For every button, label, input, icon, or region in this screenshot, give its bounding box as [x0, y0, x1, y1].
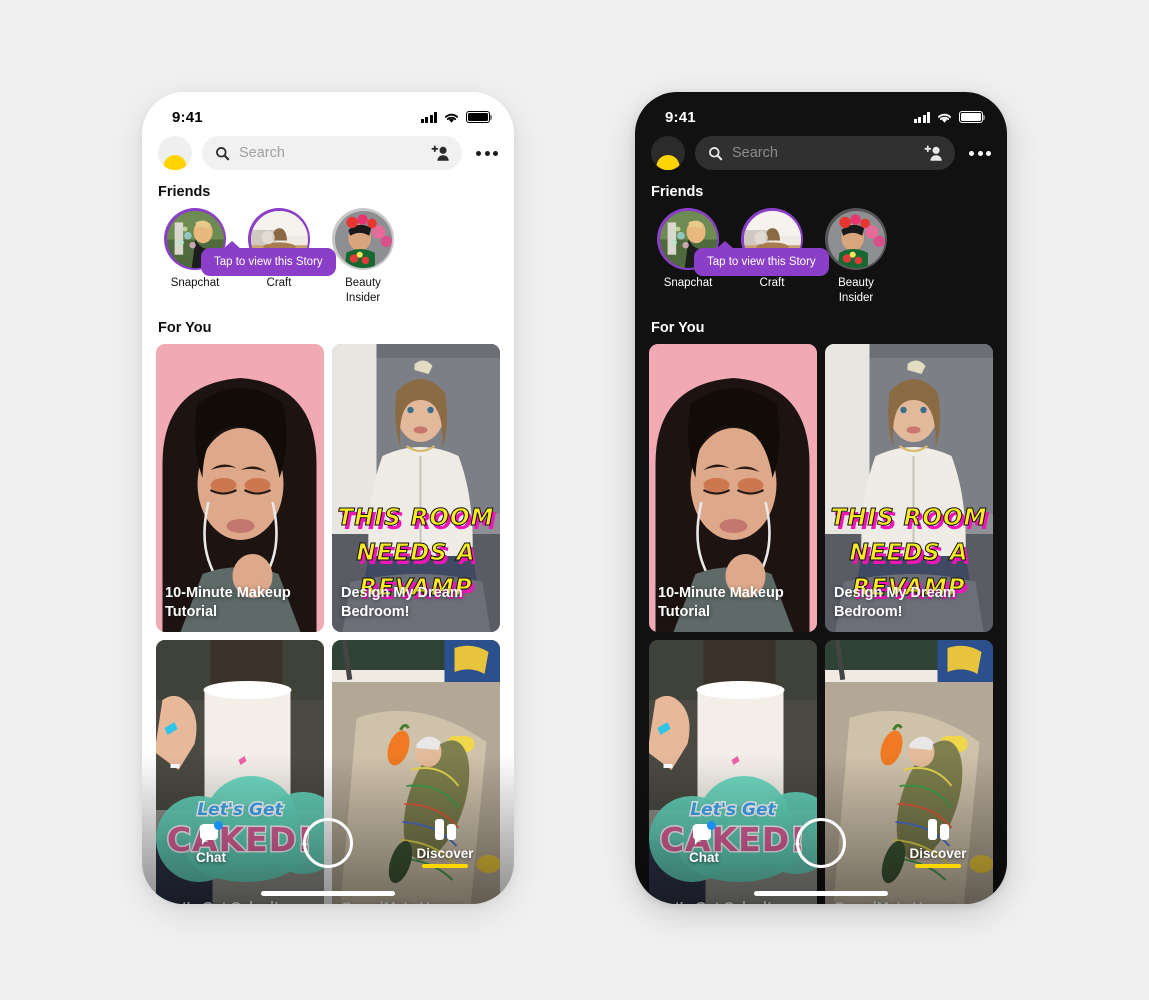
- wifi-icon: [937, 113, 952, 123]
- screenshot-stage: 9:41 Search Friends Snapchat Craft Beaut…: [0, 0, 1149, 1000]
- home-indicator: [261, 891, 395, 896]
- wifi-icon: [444, 113, 459, 123]
- card-title: Design My Dream Bedroom!: [341, 585, 463, 620]
- section-title-friends: Friends: [651, 184, 704, 200]
- story-thumbnail: [827, 210, 885, 268]
- home-indicator: [754, 891, 888, 896]
- friend-name: Craft: [759, 277, 785, 289]
- camera-shutter-button[interactable]: [303, 818, 353, 868]
- camera-shutter-button[interactable]: [796, 818, 846, 868]
- search-placeholder: Search: [239, 145, 285, 161]
- card-title: 10-Minute Makeup Tutorial: [658, 585, 784, 620]
- cellular-signal-icon: [420, 111, 437, 123]
- discover-icon: [927, 818, 949, 841]
- phone-dark-mode: 9:41 Search Friends Snapchat Craft Beaut…: [635, 92, 1007, 904]
- friend-name: Beauty Insider: [838, 276, 874, 306]
- story-ring-seen: [332, 208, 394, 270]
- friends-stories-row: Snapchat Craft Beauty Insider Tap to vie…: [142, 200, 514, 306]
- status-icons: [913, 111, 986, 124]
- section-title-for-you: For You: [158, 320, 212, 336]
- screen-light: 9:41 Search Friends Snapchat Craft Beaut…: [142, 92, 514, 904]
- search-placeholder: Search: [732, 145, 778, 161]
- header-bar: Search: [142, 134, 514, 170]
- friend-name-line1: Beauty: [345, 277, 381, 289]
- bottom-nav: Chat Discover: [142, 808, 514, 904]
- friend-story-beauty-insider[interactable]: Beauty Insider: [821, 208, 891, 306]
- status-time: 9:41: [665, 108, 696, 126]
- search-icon: [709, 146, 723, 160]
- chat-bubble-icon: [693, 820, 716, 845]
- add-friend-icon[interactable]: [922, 145, 943, 162]
- chat-badge-dot: [707, 820, 716, 830]
- for-you-card[interactable]: 10-Minute Makeup Tutorial: [156, 344, 324, 632]
- friend-name-line2: Insider: [838, 292, 874, 304]
- nav-label: Discover: [416, 846, 474, 862]
- nav-item-chat[interactable]: Chat: [180, 820, 242, 865]
- friend-story-beauty-insider[interactable]: Beauty Insider: [328, 208, 398, 306]
- for-you-card[interactable]: THIS ROOM NEEDS A REVAMP Design My Dream…: [332, 344, 500, 632]
- for-you-card[interactable]: THIS ROOM NEEDS A REVAMP Design My Dream…: [825, 344, 993, 632]
- discover-icon: [434, 818, 456, 841]
- for-you-card[interactable]: 10-Minute Makeup Tutorial: [649, 344, 817, 632]
- card-title: Design My Dream Bedroom!: [834, 585, 956, 620]
- friend-name: Craft: [266, 277, 292, 289]
- screen-dark: 9:41 Search Friends Snapchat Craft Beaut…: [635, 92, 1007, 904]
- status-bar: 9:41: [142, 92, 514, 134]
- section-title-for-you: For You: [651, 320, 705, 336]
- add-friend-icon[interactable]: [429, 145, 450, 162]
- cellular-signal-icon: [913, 111, 930, 123]
- nav-label: Discover: [909, 846, 967, 862]
- story-thumbnail: [334, 210, 392, 268]
- story-tooltip[interactable]: Tap to view this Story: [694, 241, 829, 276]
- battery-full-icon: [959, 111, 986, 123]
- chat-badge-dot: [214, 820, 223, 830]
- nav-item-discover[interactable]: Discover: [907, 818, 969, 868]
- status-icons: [420, 111, 493, 124]
- avatar[interactable]: [651, 136, 685, 170]
- card-title: 10-Minute Makeup Tutorial: [165, 585, 291, 620]
- nav-item-chat[interactable]: Chat: [673, 820, 735, 865]
- search-icon: [216, 146, 230, 160]
- nav-item-discover[interactable]: Discover: [414, 818, 476, 868]
- story-ring-seen: [825, 208, 887, 270]
- more-options-icon[interactable]: [965, 150, 993, 156]
- friend-name-line1: Beauty: [838, 277, 874, 289]
- search-input[interactable]: Search: [202, 136, 462, 170]
- battery-full-icon: [466, 111, 493, 123]
- more-options-icon[interactable]: [472, 150, 500, 156]
- header-bar: Search: [635, 134, 1007, 170]
- friend-name: Snapchat: [170, 277, 220, 289]
- friend-name: Beauty Insider: [345, 276, 381, 306]
- friend-name: Snapchat: [663, 277, 713, 289]
- status-bar: 9:41: [635, 92, 1007, 134]
- nav-label: Chat: [689, 849, 719, 865]
- nav-active-underline: [915, 864, 961, 868]
- phone-light-mode: 9:41 Search Friends Snapchat Craft Beaut…: [142, 92, 514, 904]
- chat-bubble-icon: [200, 820, 223, 845]
- nav-active-underline: [422, 864, 468, 868]
- status-time: 9:41: [172, 108, 203, 126]
- nav-label: Chat: [196, 849, 226, 865]
- bottom-nav: Chat Discover: [635, 808, 1007, 904]
- section-title-friends: Friends: [158, 184, 211, 200]
- avatar[interactable]: [158, 136, 192, 170]
- friend-name-line2: Insider: [345, 292, 381, 304]
- search-input[interactable]: Search: [695, 136, 955, 170]
- friends-stories-row: Snapchat Craft Beauty Insider Tap to vie…: [635, 200, 1007, 306]
- story-tooltip[interactable]: Tap to view this Story: [201, 241, 336, 276]
